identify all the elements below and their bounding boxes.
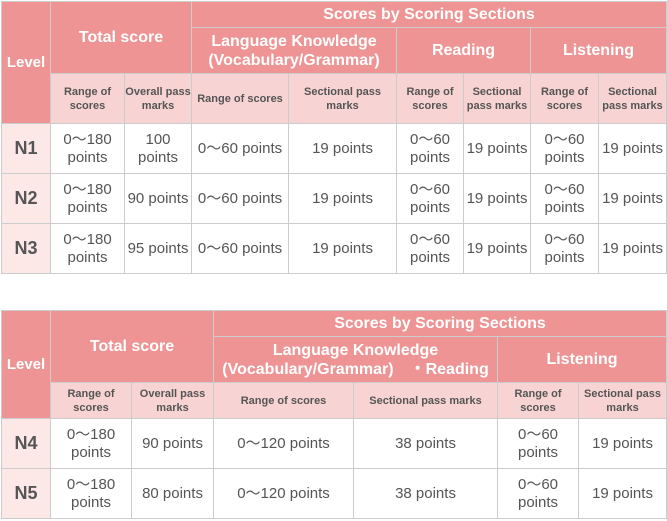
reading-header: Reading xyxy=(396,27,532,74)
total-range-cell: 0〜180 points xyxy=(50,223,125,274)
ls-pass-cell: 19 points xyxy=(578,468,667,519)
ls-range-cell: 0〜60 points xyxy=(530,173,600,224)
level-cell: N5 xyxy=(1,468,51,519)
sections-header: Scores by Scoring Sections xyxy=(191,1,667,28)
subheader-lk-range: Range of scores xyxy=(191,73,290,124)
ls-pass-cell: 19 points xyxy=(598,223,667,274)
subheader-total-pass: Overall pass marks xyxy=(130,382,215,419)
subheader-rd-pass: Sectional pass marks xyxy=(463,73,532,124)
language-knowledge-reading-header: Language Knowledge (Vocabulary/Grammar) … xyxy=(213,336,499,383)
level-header: Level xyxy=(1,310,51,419)
table-row: N4 0〜180 points 90 points 0〜120 points 3… xyxy=(1,418,667,469)
language-knowledge-header: Language Knowledge (Vocabulary/Grammar) xyxy=(191,27,398,74)
scores-table-n4-n5: Level Total score Scores by Scoring Sect… xyxy=(1,310,667,519)
lkr-range-cell: 0〜120 points xyxy=(213,418,355,469)
listening-header: Listening xyxy=(497,336,667,383)
table-row: N5 0〜180 points 80 points 0〜120 points 3… xyxy=(1,468,667,519)
ls-range-cell: 0〜60 points xyxy=(530,123,600,174)
rd-pass-cell: 19 points xyxy=(463,123,532,174)
rd-pass-cell: 19 points xyxy=(463,223,532,274)
total-range-cell: 0〜180 points xyxy=(50,468,132,519)
rd-range-cell: 0〜60 points xyxy=(396,223,465,274)
subheader-lkr-pass: Sectional pass marks xyxy=(353,382,499,419)
lk-line2: (Vocabulary/Grammar) xyxy=(208,51,380,69)
level-cell: N1 xyxy=(1,123,51,174)
ls-pass-cell: 19 points xyxy=(598,123,667,174)
ls-range-cell: 0〜60 points xyxy=(497,468,580,519)
sections-header: Scores by Scoring Sections xyxy=(213,310,667,337)
total-pass-cell: 90 points xyxy=(130,418,215,469)
listening-header: Listening xyxy=(530,27,667,74)
lkr-pass-cell: 38 points xyxy=(353,418,499,469)
total-pass-cell: 95 points xyxy=(123,223,193,274)
subheader-ls-range: Range of scores xyxy=(497,382,580,419)
table-row: N3 0〜180 points 95 points 0〜60 points 19… xyxy=(1,223,667,274)
level-cell: N3 xyxy=(1,223,51,274)
rd-range-cell: 0〜60 points xyxy=(396,123,465,174)
total-pass-cell: 80 points xyxy=(130,468,215,519)
level-cell: N2 xyxy=(1,173,51,224)
rd-range-cell: 0〜60 points xyxy=(396,173,465,224)
lk-pass-cell: 19 points xyxy=(288,123,398,174)
subheader-lk-pass: Sectional pass marks xyxy=(288,73,398,124)
lk-range-cell: 0〜60 points xyxy=(191,123,290,174)
total-pass-cell: 100 points xyxy=(123,123,193,174)
lk-range-cell: 0〜60 points xyxy=(191,173,290,224)
total-range-cell: 0〜180 points xyxy=(50,123,125,174)
ls-range-cell: 0〜60 points xyxy=(530,223,600,274)
level-cell: N4 xyxy=(1,418,51,469)
table-row: N2 0〜180 points 90 points 0〜60 points 19… xyxy=(1,173,667,224)
rd-pass-cell: 19 points xyxy=(463,173,532,224)
lkr-line2: (Vocabulary/Grammar) ・Reading xyxy=(222,360,489,378)
total-range-cell: 0〜180 points xyxy=(50,418,132,469)
subheader-lkr-range: Range of scores xyxy=(213,382,355,419)
subheader-ls-pass: Sectional pass marks xyxy=(578,382,667,419)
ls-pass-cell: 19 points xyxy=(578,418,667,469)
lkr-range-cell: 0〜120 points xyxy=(213,468,355,519)
subheader-rd-range: Range of scores xyxy=(396,73,465,124)
lk-range-cell: 0〜60 points xyxy=(191,223,290,274)
total-range-cell: 0〜180 points xyxy=(50,173,125,224)
lkr-line1: Language Knowledge xyxy=(272,341,439,359)
table-row: N1 0〜180 points 100 points 0〜60 points 1… xyxy=(1,123,667,174)
total-pass-cell: 90 points xyxy=(123,173,193,224)
lk-line1: Language Knowledge xyxy=(211,32,377,50)
ls-pass-cell: 19 points xyxy=(598,173,667,224)
subheader-total-range: Range of scores xyxy=(50,73,125,124)
subheader-total-pass: Overall pass marks xyxy=(123,73,193,124)
ls-range-cell: 0〜60 points xyxy=(497,418,580,469)
subheader-ls-pass: Sectional pass marks xyxy=(598,73,667,124)
subheader-ls-range: Range of scores xyxy=(530,73,600,124)
lkr-pass-cell: 38 points xyxy=(353,468,499,519)
total-score-header: Total score xyxy=(49,310,215,383)
total-score-header: Total score xyxy=(49,1,193,74)
level-header: Level xyxy=(1,1,51,124)
lk-pass-cell: 19 points xyxy=(288,173,398,224)
subheader-total-range: Range of scores xyxy=(50,382,132,419)
scores-table-n1-n3: Level Total score Scores by Scoring Sect… xyxy=(1,1,667,274)
lk-pass-cell: 19 points xyxy=(288,223,398,274)
